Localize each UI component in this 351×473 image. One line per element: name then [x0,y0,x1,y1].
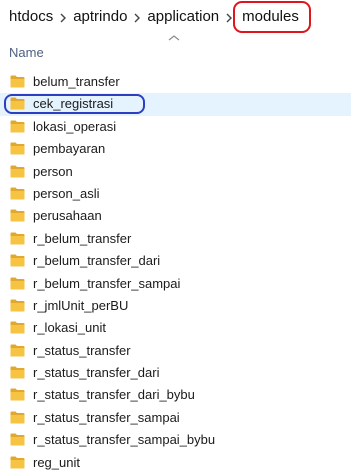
folder-row[interactable]: r_jmlUnit_perBU [0,295,351,317]
folder-name: r_belum_transfer [33,230,132,246]
chevron-right-icon[interactable] [127,7,147,27]
folder-row[interactable]: r_belum_transfer_sampai [0,273,351,295]
folder-name: r_status_transfer_dari [33,365,160,381]
folder-icon [10,433,25,446]
breadcrumb-item-application[interactable]: application [147,7,219,27]
folder-row[interactable]: r_status_transfer_dari [0,362,351,384]
folder-row[interactable]: r_status_transfer_dari_bybu [0,384,351,406]
folder-row[interactable]: r_status_transfer_sampai [0,407,351,429]
folder-name: r_lokasi_unit [33,320,106,336]
breadcrumb-item-aptrindo[interactable]: aptrindo [73,7,127,27]
folder-icon [10,321,25,334]
folder-name: r_status_transfer_sampai [33,409,180,425]
folder-name: perusahaan [33,208,102,224]
folder-name: r_status_transfer [33,342,131,358]
folder-row[interactable]: r_belum_transfer_dari [0,250,351,272]
breadcrumb: htdocs aptrindo application modules [0,0,351,34]
chevron-right-icon[interactable] [219,7,239,27]
folder-icon [10,165,25,178]
folder-name: belum_transfer [33,74,120,89]
folder-icon [10,411,25,424]
file-explorer-window: htdocs aptrindo application modules Name… [0,0,351,473]
folder-icon [10,209,25,222]
folder-row[interactable]: r_status_transfer_sampai_bybu [0,429,351,451]
folder-name: r_jmlUnit_perBU [33,297,129,313]
folder-icon [10,142,25,155]
folder-row[interactable]: reg_unit [0,452,351,473]
breadcrumb-item-htdocs[interactable]: htdocs [9,7,53,27]
folder-row[interactable]: person [0,161,351,183]
chevron-right-icon[interactable] [53,7,73,27]
folder-name: reg_unit [33,454,80,470]
folder-name: cek_registrasi [33,96,114,112]
breadcrumb-item-modules[interactable]: modules [233,1,311,33]
folder-icon [10,75,25,88]
folder-icon [10,388,25,401]
column-header-name[interactable]: Name [0,40,351,66]
folder-name: pembayaran [33,141,106,157]
folder-icon [10,187,25,200]
folder-icon [10,277,25,290]
folder-row[interactable]: pembayaran [0,138,351,160]
folder-row[interactable]: person_asli [0,183,351,205]
folder-name: person_asli [33,185,100,201]
folder-icon [10,120,25,133]
folder-icon [10,232,25,245]
folder-name: r_belum_transfer_sampai [33,275,181,291]
folder-icon [10,366,25,379]
folder-icon [10,456,25,469]
folder-row[interactable]: perusahaan [0,205,351,227]
folder-name: r_belum_transfer_dari [33,253,161,269]
folder-row[interactable]: r_lokasi_unit [0,317,351,339]
folder-name: lokasi_operasi [33,118,117,134]
folder-row[interactable]: r_status_transfer [0,340,351,362]
folder-icon [10,299,25,312]
folder-list: belum_transfer cek_registrasi lokasi_opera… [0,71,351,473]
folder-row[interactable]: cek_registrasi [0,93,351,116]
folder-icon [10,254,25,267]
folder-name: r_status_transfer_sampai_bybu [33,432,216,448]
folder-icon [10,344,25,357]
folder-row[interactable]: belum_transfer [0,71,351,93]
folder-row[interactable]: lokasi_operasi [0,116,351,138]
breadcrumb-item-modules-label: modules [242,8,299,25]
folder-name: person [33,163,73,179]
folder-name: r_status_transfer_dari_bybu [33,387,195,403]
folder-row[interactable]: r_belum_transfer [0,228,351,250]
folder-icon [10,97,25,110]
